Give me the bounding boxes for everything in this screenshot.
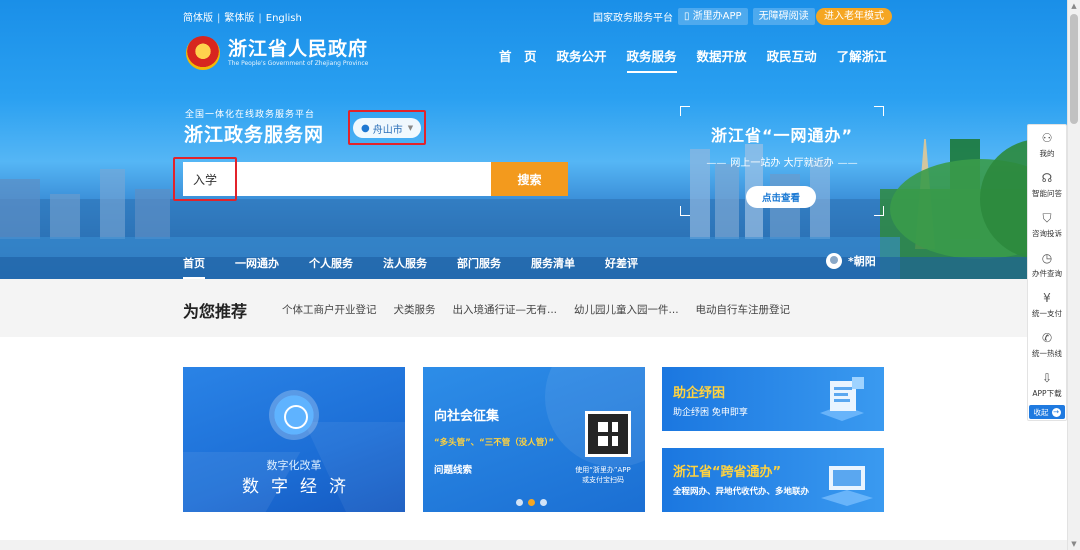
search-button[interactable]: 搜索 (491, 162, 568, 196)
person-icon: ⚇ (1041, 130, 1053, 145)
qr-caption: 使用“浙里办”APP 或支付宝扫码 (575, 466, 631, 484)
subnav-home[interactable]: 首页 (183, 255, 205, 279)
history-icon: ◷ (1041, 250, 1053, 265)
lang-english-link[interactable]: English (266, 13, 302, 24)
qr-code-icon (585, 411, 631, 457)
enterprise-relief-card[interactable]: 助企纾困 助企纾困 免申即享 (662, 367, 884, 431)
solicit-title: 向社会征集 (434, 409, 500, 424)
sidebar-item-app-download[interactable]: ⇩ APP下载 (1028, 365, 1066, 405)
solicit-quote: “多头管”、“三不管（没人管）” (434, 438, 555, 448)
nav-about[interactable]: 了解浙江 (837, 46, 887, 65)
top-utility-links: 国家政务服务平台 ▯ 浙里办APP 无障碍阅读 (593, 8, 815, 25)
avatar-icon (826, 253, 842, 269)
scroll-down-icon[interactable]: ▼ (1070, 540, 1078, 548)
enterprise-title: 助企纾困 (673, 386, 726, 401)
hero-banner: 简体版 | 繁体版 | English 国家政务服务平台 ▯ 浙里办APP 无障碍阅读 … (0, 0, 1067, 279)
user-account[interactable]: *朝阳 (826, 253, 876, 269)
logo-title: 浙江省人民政府 (228, 38, 369, 60)
main-nav: 首 页 政务公开 政务服务 数据开放 政民互动 了解浙江 (499, 46, 907, 73)
recommend-link[interactable]: 个体工商户开业登记 (282, 302, 377, 317)
recommend-link[interactable]: 幼儿园儿童入园一件... (574, 302, 679, 317)
headset-icon: ☊ (1041, 170, 1053, 185)
lang-traditional-link[interactable]: 繁体版 (224, 13, 254, 24)
sidebar-item-complaint[interactable]: ⛉ 咨询投诉 (1028, 205, 1066, 245)
sidebar-item-payment[interactable]: ¥ 统一支付 (1028, 285, 1066, 325)
content-bottom-strip (0, 540, 1067, 550)
cross-desc: 全程网办、异地代收代办、多地联办 (673, 487, 810, 497)
phone-icon: ✆ (1041, 330, 1053, 345)
national-emblem-icon (186, 36, 220, 70)
monitor-icon (821, 466, 873, 506)
shield-icon: ⛉ (1042, 210, 1052, 225)
highlight-box-city (348, 110, 426, 145)
one-network-promo: 浙江省“一网通办” 网上一站办 大厅就近办 点击查看 (680, 106, 884, 216)
document-stack-icon (820, 377, 864, 421)
subnav-rating[interactable]: 好差评 (605, 255, 638, 271)
recommend-link[interactable]: 电动自行车注册登记 (696, 302, 791, 317)
arrow-right-icon: → (1051, 407, 1061, 417)
recommend-heading: 为您推荐 (183, 302, 248, 321)
scroll-up-icon[interactable]: ▲ (1070, 2, 1078, 10)
recommend-link[interactable]: 犬类服务 (394, 302, 436, 317)
promo-slogan: 网上一站办 大厅就近办 (680, 154, 884, 169)
portal-title: 浙江政务服务网 (184, 124, 325, 146)
elder-mode-button[interactable]: 进入老年模式 (816, 8, 892, 25)
sidebar-collapse-button[interactable]: 收起 → (1029, 405, 1065, 419)
digital-card-main: 数字经济 (242, 477, 358, 497)
download-icon: ⇩ (1041, 370, 1053, 385)
nav-gov-services[interactable]: 政务服务 (626, 46, 677, 73)
scrollbar-thumb[interactable] (1070, 14, 1078, 124)
page-scrollbar[interactable]: ▲ ▼ (1067, 0, 1080, 550)
language-switcher: 简体版 | 繁体版 | English (183, 13, 302, 24)
nav-open-data[interactable]: 数据开放 (697, 46, 747, 65)
user-name: *朝阳 (848, 255, 876, 268)
accessibility-button[interactable]: 无障碍阅读 (752, 8, 815, 25)
carousel-dot[interactable] (516, 499, 523, 506)
subnav-legal-person[interactable]: 法人服务 (383, 255, 427, 271)
digital-card-sub: 数字化改革 (266, 459, 322, 472)
recommend-bar: 为您推荐 个体工商户开业登记 犬类服务 出入境通行证—无有... 幼儿园儿童入园… (0, 279, 1067, 337)
nav-interaction[interactable]: 政民互动 (767, 46, 817, 65)
site-logo[interactable]: 浙江省人民政府 The People's Government of Zheji… (186, 36, 368, 70)
network-icon (269, 390, 319, 440)
digital-reform-card[interactable]: 数字化改革 数字经济 (183, 367, 405, 512)
nav-gov-affairs[interactable]: 政务公开 (557, 46, 607, 65)
sidebar-item-mine[interactable]: ⚇ 我的 (1028, 125, 1066, 165)
highlight-box-search (173, 157, 237, 201)
side-toolbar: ⚇ 我的 ☊ 智能问答 ⛉ 咨询投诉 ◷ 办件查询 ¥ 统一支付 ✆ 统一热线 … (1027, 124, 1067, 421)
cross-title: 浙江省“跨省通办” (673, 465, 782, 480)
promo-view-button[interactable]: 点击查看 (746, 186, 816, 208)
sub-nav: 首页 一网通办 个人服务 法人服务 部门服务 服务清单 好差评 (183, 255, 668, 279)
yen-icon: ¥ (1043, 290, 1051, 305)
logo-subtitle: The People's Government of Zhejiang Prov… (228, 60, 369, 67)
search-bar: 搜索 (183, 162, 568, 196)
carousel-dots (516, 499, 552, 506)
subnav-one-network[interactable]: 一网通办 (235, 255, 279, 271)
subnav-service-list[interactable]: 服务清单 (531, 255, 575, 271)
carousel-dot[interactable] (540, 499, 547, 506)
sidebar-item-query[interactable]: ◷ 办件查询 (1028, 245, 1066, 285)
carousel-dot[interactable] (528, 499, 535, 506)
cross-province-card[interactable]: 浙江省“跨省通办” 全程网办、异地代收代办、多地联办 (662, 448, 884, 512)
sidebar-item-hotline[interactable]: ✆ 统一热线 (1028, 325, 1066, 365)
subnav-personal[interactable]: 个人服务 (309, 255, 353, 271)
portal-subtitle: 全国一体化在线政务服务平台 (185, 110, 316, 120)
national-platform-link[interactable]: 国家政务服务平台 (593, 9, 673, 24)
sidebar-item-smart-qa[interactable]: ☊ 智能问答 (1028, 165, 1066, 205)
lang-simplified-link[interactable]: 简体版 (183, 13, 213, 24)
promo-title: 浙江省“一网通办” (710, 126, 854, 145)
subnav-department[interactable]: 部门服务 (457, 255, 501, 271)
solicit-issue: 问题线索 (434, 465, 473, 476)
enterprise-desc: 助企纾困 免申即享 (673, 408, 748, 418)
recommend-link[interactable]: 出入境通行证—无有... (453, 302, 558, 317)
recommend-links: 个体工商户开业登记 犬类服务 出入境通行证—无有... 幼儿园儿童入园一件...… (282, 302, 807, 317)
solicit-clues-card[interactable]: 向社会征集 “多头管”、“三不管（没人管）” 问题线索 使用“浙里办”APP 或… (423, 367, 645, 512)
app-button[interactable]: ▯ 浙里办APP (678, 8, 748, 25)
nav-home[interactable]: 首 页 (499, 46, 537, 65)
